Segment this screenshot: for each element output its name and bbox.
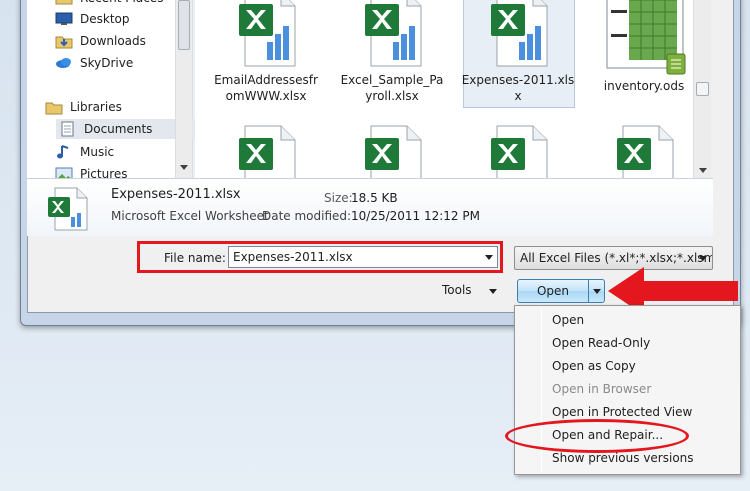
open-split-dropdown-button[interactable]: [589, 279, 605, 303]
nav-label: Recent Places: [80, 0, 163, 8]
file-name-label: EmailAddressesfr omWWW.xlsx: [214, 73, 318, 103]
nav-label: Downloads: [80, 34, 146, 48]
details-modified-label: Date modified:: [262, 209, 352, 223]
file-item-selected[interactable]: Expenses-2011.xls x: [462, 0, 575, 110]
file-name-label: Expenses-2011.xls x: [461, 73, 575, 103]
open-button-label: Open: [536, 284, 570, 298]
tools-chevron-down-icon[interactable]: [489, 289, 497, 294]
file-name-label: Excel_Sample_Pa yroll.xlsx: [340, 73, 444, 103]
nav-scroll-thumb[interactable]: [178, 0, 190, 50]
menu-item-open-read-only[interactable]: Open Read-Only: [552, 332, 650, 354]
file-list-scroll-thumb[interactable]: [696, 82, 709, 96]
chevron-down-icon: [593, 289, 601, 294]
desktop-icon: [55, 11, 73, 27]
chevron-down-icon: [699, 256, 707, 261]
nav-label: Documents: [84, 122, 153, 136]
file-name-label: inventory.ods: [603, 79, 685, 93]
nav-label: Desktop: [80, 12, 130, 26]
details-file-type: Microsoft Excel Worksheet: [111, 209, 269, 223]
excel-file-icon: [363, 0, 425, 71]
file-type-filter-value: All Excel Files (*.xl*;*.xlsx;*.xlsm;: [520, 251, 713, 265]
details-size-value: 18.5 KB: [351, 191, 398, 205]
details-file-name: Expenses-2011.xlsx: [111, 187, 241, 202]
file-list-scrollbar[interactable]: [693, 0, 711, 178]
scroll-down-arrow-icon[interactable]: [699, 168, 707, 173]
tools-button[interactable]: Tools: [442, 283, 472, 297]
libraries-icon: [45, 99, 63, 115]
spreadsheet-preview-icon: [605, 0, 689, 79]
nav-label: Libraries: [70, 100, 122, 114]
excel-file-icon: [237, 0, 299, 71]
excel-file-icon: [47, 187, 89, 234]
navigation-pane: Recent Places Desktop Downloads SkyDrive…: [27, 0, 202, 181]
open-button[interactable]: Open: [517, 279, 589, 303]
file-item[interactable]: EmailAddressesfr omWWW.xlsx: [214, 0, 318, 110]
file-item[interactable]: Excel_Sample_Pa yroll.xlsx: [341, 0, 443, 110]
documents-icon: [59, 121, 77, 137]
menu-item-open[interactable]: Open: [552, 309, 584, 331]
menu-item-open-as-copy[interactable]: Open as Copy: [552, 355, 636, 377]
recent-places-icon: [55, 0, 73, 6]
nav-label: Music: [80, 145, 115, 159]
file-item[interactable]: inventory.ods: [593, 0, 693, 110]
details-pane: Expenses-2011.xlsx Microsoft Excel Works…: [27, 178, 713, 236]
scroll-down-arrow-icon[interactable]: [180, 165, 188, 170]
menu-item-open-in-browser: Open in Browser: [552, 382, 652, 396]
details-size-label: Size:: [324, 191, 353, 205]
details-modified-value: 10/25/2011 12:12 PM: [351, 209, 480, 223]
highlight-oval: [505, 419, 689, 453]
downloads-folder-icon: [55, 33, 73, 49]
file-list-pane: EmailAddressesfr omWWW.xlsx Excel_Sample…: [195, 0, 711, 201]
skydrive-cloud-icon: [55, 55, 73, 71]
excel-file-icon: [489, 0, 551, 71]
nav-scrollbar[interactable]: [175, 0, 192, 178]
nav-label: SkyDrive: [80, 56, 134, 70]
highlight-box: [137, 241, 503, 273]
music-icon: [55, 144, 73, 160]
